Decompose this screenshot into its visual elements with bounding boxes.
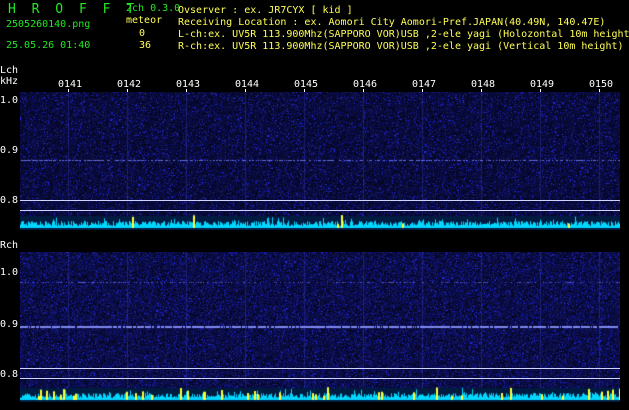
lch-unit-label: kHz [0,76,19,87]
time-label-0144: 0144 [235,79,260,90]
meteor-count-lch: 0 [139,28,146,39]
rch-ytick-2: 0.9 [0,319,19,330]
rch-info-line: R-ch:ex. UV5R 113.900Mhz(SAPPORO VOR)USB… [178,41,624,52]
time-label-0143: 0143 [176,79,201,90]
rch-label: Rch [0,240,19,251]
observer-line: Ovserver : ex. JR7CYX [ kid ] [178,5,353,16]
lch-ytick-1: 1.0 [0,95,19,106]
mode-label: 2ch 0.3.0 [126,3,181,14]
time-label-0145: 0145 [294,79,319,90]
time-label-0148: 0148 [471,79,496,90]
rch-ytick-3: 0.8 [0,369,19,380]
time-label-0150: 0150 [589,79,614,90]
lch-marker-line-lower [20,210,620,211]
rch-marker-line-upper [20,368,620,369]
lch-marker-line-upper [20,200,620,201]
rch-ytick-1: 1.0 [0,267,19,278]
datetime-label: 25.05.26 01:40 [6,40,91,51]
time-label-0149: 0149 [530,79,555,90]
lch-waterfall [20,92,620,230]
filename-label: 2505260140.png [6,19,91,30]
lch-ytick-3: 0.8 [0,195,19,206]
time-label-0141: 0141 [58,79,83,90]
time-label-0142: 0142 [117,79,142,90]
meteor-count-label: meteor [126,15,163,26]
rch-waterfall [20,252,620,402]
time-label-0146: 0146 [353,79,378,90]
lch-ytick-2: 0.9 [0,145,19,156]
time-label-0147: 0147 [412,79,437,90]
location-line: Receiving Location : ex. Aomori City Aom… [178,17,606,28]
meteor-count-rch: 36 [139,40,152,51]
lch-info-line: L-ch:ex. UV5R 113.900Mhz(SAPPORO VOR)USB… [178,29,629,40]
lch-label: Lch [0,65,19,76]
app-title: H R O F F T [8,2,139,17]
rch-marker-line-lower [20,378,620,379]
